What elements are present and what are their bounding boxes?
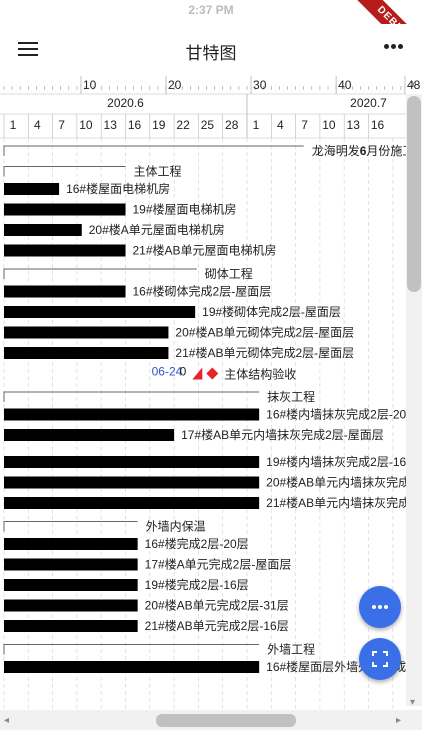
task-bar (4, 599, 138, 612)
task-bar (4, 244, 126, 257)
task-bar (4, 497, 260, 509)
task-label: 21#楼AB单元屋面电梯机房 (133, 243, 277, 258)
vertical-scrollbar-thumb[interactable] (407, 96, 421, 292)
status-bar: 2:37 PM (0, 0, 422, 24)
group-label: 主体工程 (134, 164, 182, 179)
milestone-duration: 0 (180, 365, 187, 379)
page-title: 甘特图 (185, 44, 237, 63)
month-label: 2020.7 (350, 96, 387, 110)
milestone-flag-icon (192, 367, 203, 380)
app-bar: 甘特图 (0, 24, 422, 74)
group-label: 龙海明发6月份施工 (312, 143, 415, 158)
day-label: 7 (301, 118, 308, 132)
task-bar (4, 306, 196, 318)
bottom-safe-area (0, 730, 422, 750)
milestone-diamond-icon (206, 367, 219, 380)
day-label: 10 (322, 118, 336, 132)
task-label: 20#楼AB单元完成2层-31层 (145, 598, 289, 613)
week-number-label: 10 (83, 78, 97, 92)
task-label: 16#楼砌体完成2层-屋面层 (133, 284, 272, 299)
task-bar (4, 579, 138, 591)
task-bar (4, 538, 138, 550)
group-bracket (3, 391, 260, 402)
gantt-canvas: 10 20 30 40 482020.6 2020.71 4 7 10 13 16 19 22 25 28 1… (0, 76, 421, 710)
task-bar (4, 620, 138, 632)
day-label: 16 (128, 118, 142, 132)
day-label: 25 (201, 118, 215, 132)
day-label: 28 (225, 118, 239, 132)
group-bracket (3, 268, 197, 279)
task-label: 16#楼内墙抹灰完成2层-20层 (266, 407, 418, 422)
group-label: 砌体工程 (205, 266, 253, 281)
scroll-up-arrow-icon[interactable]: ▴ (410, 78, 415, 89)
hamburger-menu-icon[interactable] (18, 41, 38, 57)
day-label: 13 (104, 118, 118, 132)
group-bracket (3, 166, 126, 177)
task-label: 20#楼AB单元砌体完成2层-屋面层 (175, 325, 354, 340)
scroll-left-arrow-icon[interactable]: ◂ (4, 715, 9, 726)
task-bar (4, 558, 138, 571)
task-label: 19#楼完成2层-16层 (145, 577, 249, 592)
task-label: 20#楼AB单元内墙抹灰完成2 (266, 475, 417, 490)
group-label: 外墙内保温 (146, 520, 206, 534)
scroll-down-arrow-icon[interactable]: ▾ (410, 697, 415, 708)
month-label: 2020.6 (107, 96, 144, 110)
task-bar (4, 429, 175, 441)
day-label: 13 (347, 118, 361, 132)
task-label: 16#楼屋面电梯机房 (66, 181, 170, 196)
task-bar (4, 347, 169, 359)
task-label: 17#楼AB单元内墙抹灰完成2层-屋面层 (181, 427, 384, 442)
day-label: 1 (10, 118, 17, 132)
task-bar (4, 224, 82, 236)
task-label: 17#楼A单元完成2层-屋面层 (145, 557, 292, 572)
task-label: 20#楼A单元屋面电梯机房 (89, 222, 225, 237)
group-label: 外墙工程 (267, 642, 315, 657)
day-label: 4 (34, 118, 41, 132)
more-options-icon[interactable] (384, 44, 404, 50)
group-bracket (3, 145, 304, 156)
group-label: 抹灰工程 (267, 389, 315, 404)
day-label: 10 (79, 118, 93, 132)
task-label: 21#楼AB单元完成2层-16层 (145, 618, 289, 633)
scroll-right-arrow-icon[interactable]: ▸ (396, 715, 401, 726)
task-bar (4, 326, 169, 339)
fullscreen-icon (372, 651, 388, 667)
task-bar (4, 476, 260, 489)
task-label: 19#楼砌体完成2层-屋面层 (202, 304, 341, 319)
task-label: 19#楼屋面电梯机房 (133, 202, 237, 217)
week-number-label: 30 (253, 78, 267, 92)
task-bar (4, 285, 126, 298)
task-label: 21#楼AB单元内墙抹灰完成2 (266, 495, 417, 510)
task-bar (4, 203, 126, 216)
status-time: 2:37 PM (188, 3, 234, 17)
day-label: 22 (176, 118, 190, 132)
week-number-label: 40 (338, 78, 352, 92)
task-bar (4, 456, 260, 468)
day-label: 4 (277, 118, 284, 132)
task-label: 21#楼AB单元砌体完成2层-屋面层 (175, 345, 354, 360)
group-bracket (3, 644, 260, 655)
task-bar (4, 408, 260, 421)
horizontal-scrollbar-thumb[interactable] (156, 714, 296, 727)
day-label: 19 (152, 118, 166, 132)
gantt-chart[interactable]: 10 20 30 40 48 2020.6 2020.7 1 4 7 10 13 16 19 22 25 28 1… (0, 76, 422, 710)
milestone-date: 06-24 (152, 365, 183, 379)
more-actions-button[interactable] (359, 586, 401, 628)
milestone-label: 主体结构验收 (224, 367, 296, 382)
fullscreen-button[interactable] (359, 638, 401, 680)
task-label: 19#楼内墙抹灰完成2层-16层 (266, 454, 418, 469)
task-bar (4, 661, 260, 673)
group-bracket (3, 521, 138, 532)
task-bar (4, 183, 60, 195)
day-label: 7 (58, 118, 65, 132)
day-label: 16 (371, 118, 385, 132)
week-number-label: 20 (168, 78, 182, 92)
day-label: 1 (253, 118, 260, 132)
task-label: 16#楼完成2层-20层 (145, 536, 249, 551)
